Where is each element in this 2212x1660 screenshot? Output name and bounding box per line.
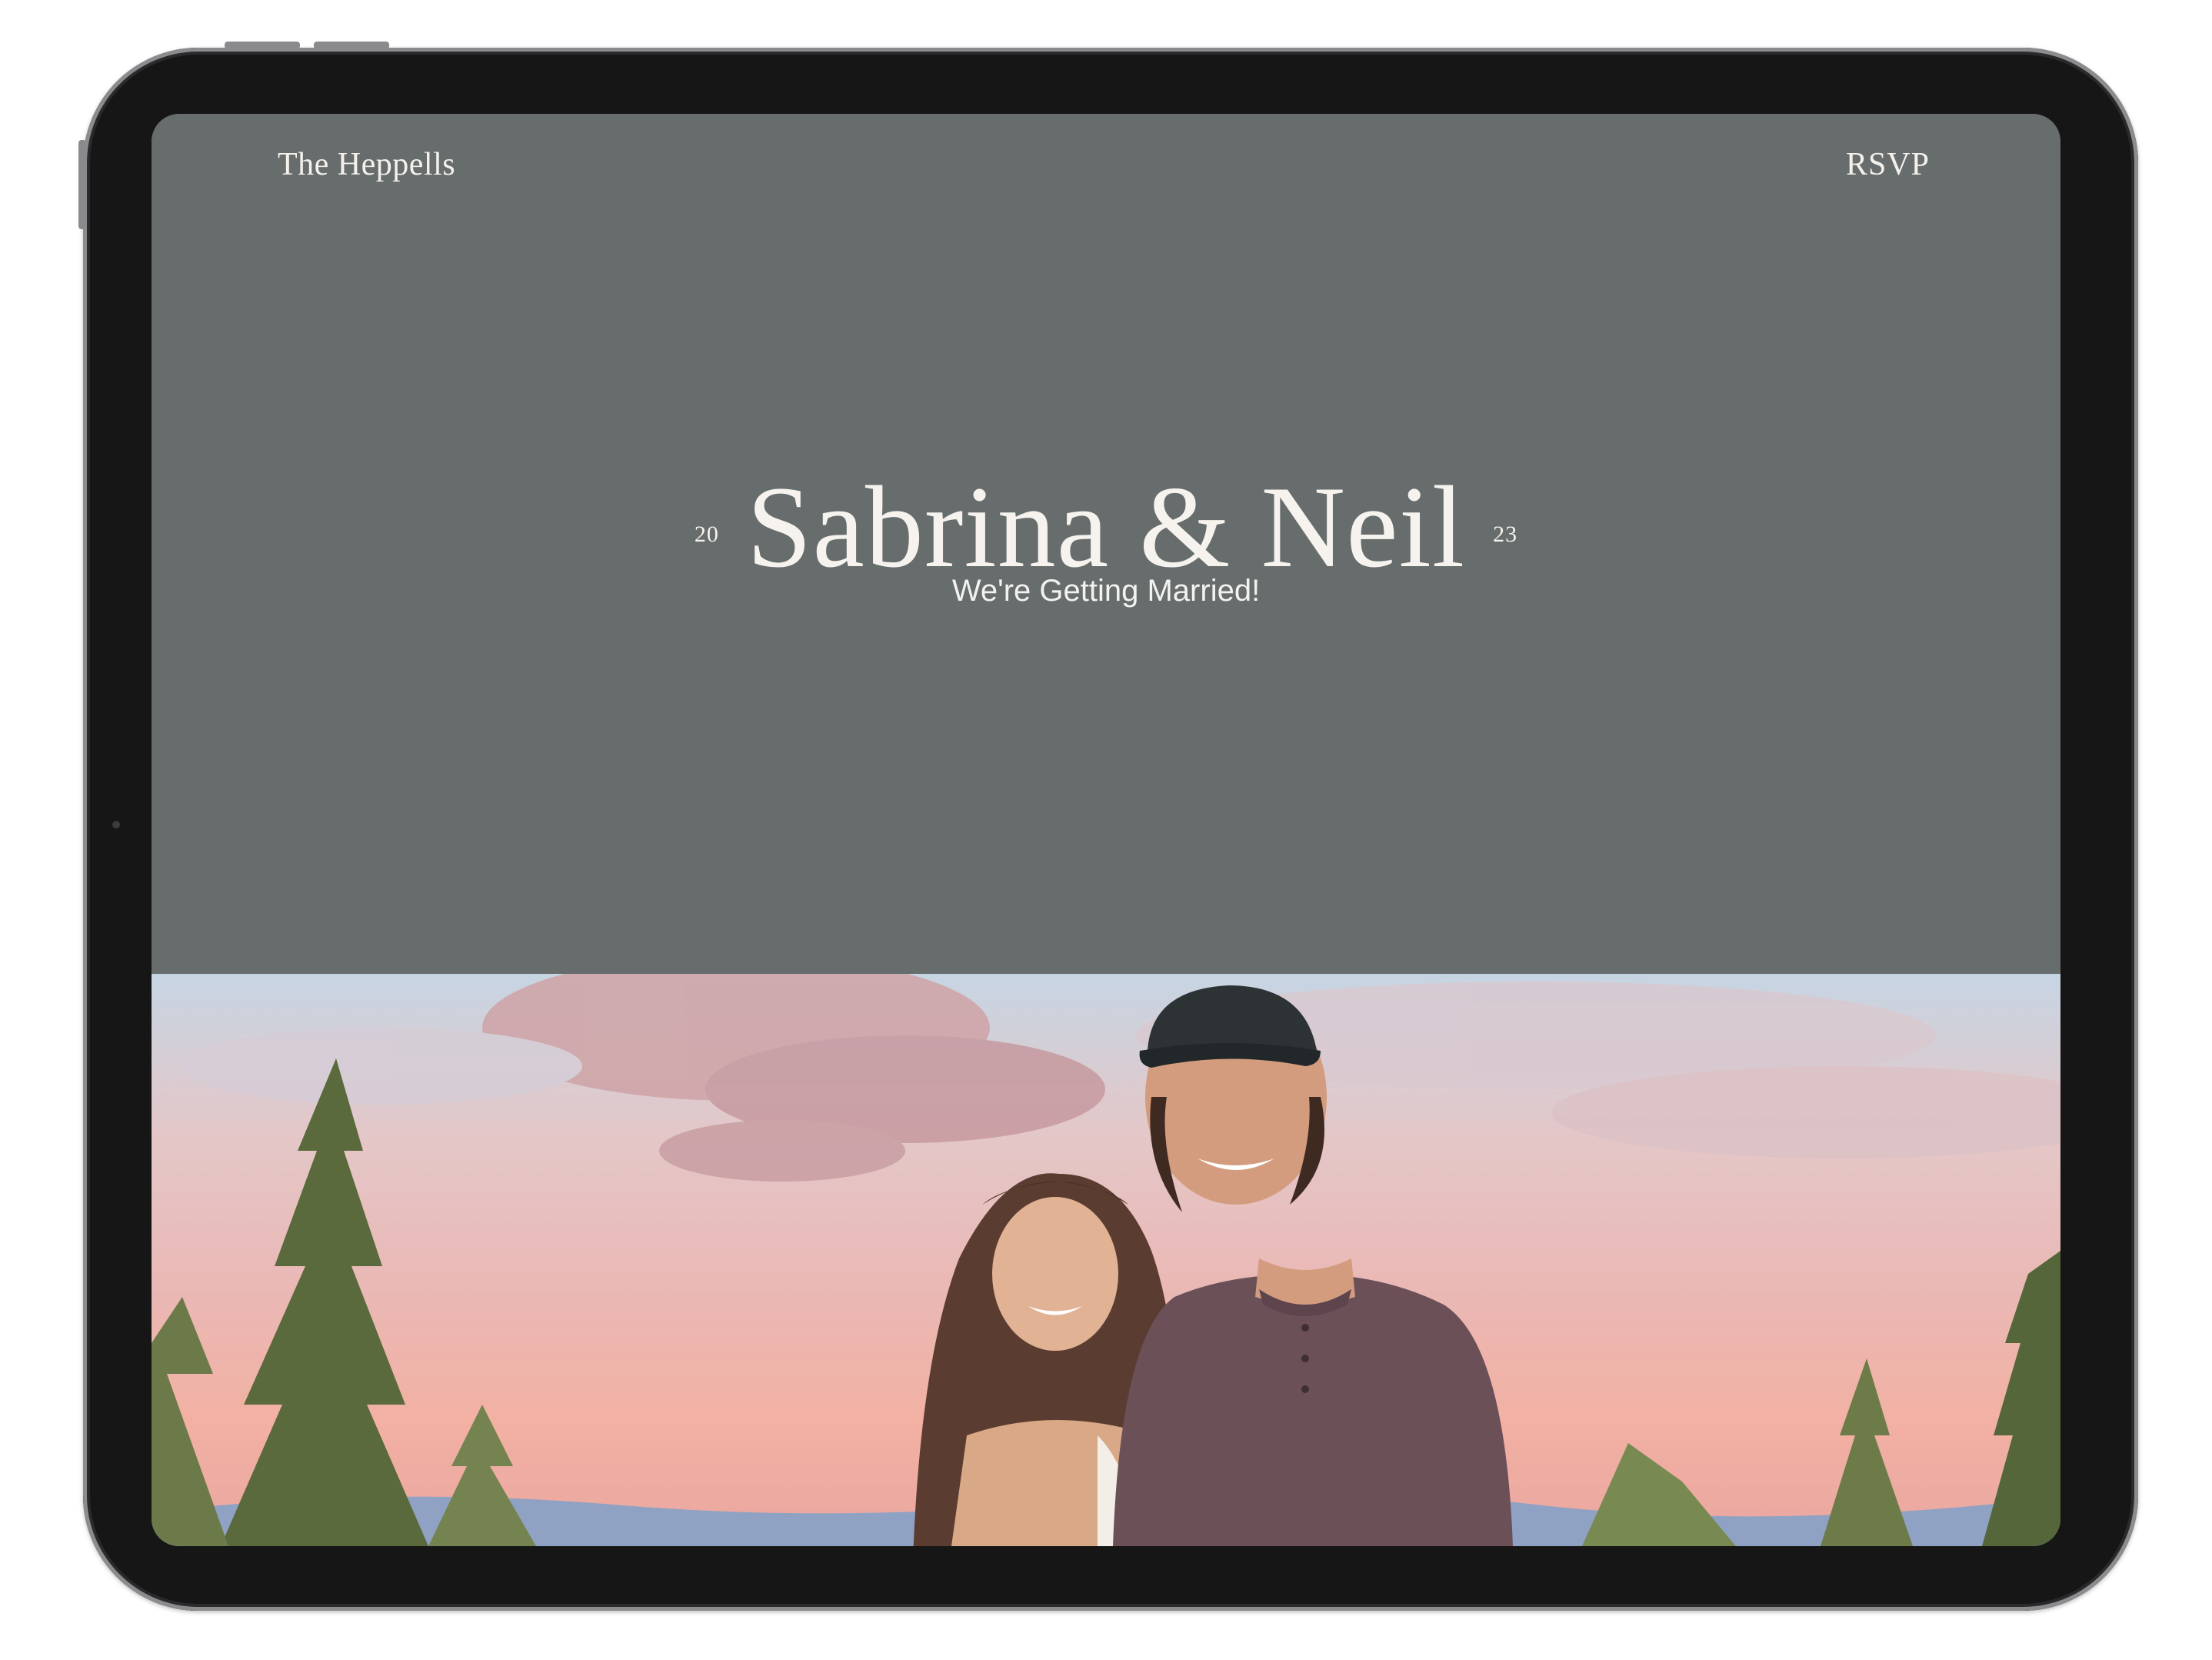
hero-section: The Heppells RSVP 20 Sabrina & Neil 23 We'… bbox=[152, 114, 2060, 974]
side-button bbox=[78, 140, 86, 229]
hero-tagline: We're Getting Married! bbox=[951, 574, 1261, 608]
rsvp-link[interactable]: RSVP bbox=[1846, 146, 1930, 183]
couple-photo bbox=[152, 974, 2060, 1546]
volume-down-button bbox=[314, 42, 389, 49]
right-trees bbox=[1582, 1251, 2060, 1546]
left-tree bbox=[152, 1058, 536, 1546]
year-right: 23 bbox=[1493, 522, 1518, 547]
couple-photo-illustration bbox=[152, 974, 2060, 1546]
couple-names: Sabrina & Neil bbox=[746, 462, 1466, 592]
year-left: 20 bbox=[694, 522, 719, 547]
site-brand-link[interactable]: The Heppells bbox=[278, 146, 455, 183]
website-screen: The Heppells RSVP 20 Sabrina & Neil 23 We'… bbox=[152, 114, 2060, 1546]
volume-up-button bbox=[225, 42, 300, 49]
front-camera bbox=[112, 821, 120, 828]
clouds bbox=[182, 974, 2060, 1182]
